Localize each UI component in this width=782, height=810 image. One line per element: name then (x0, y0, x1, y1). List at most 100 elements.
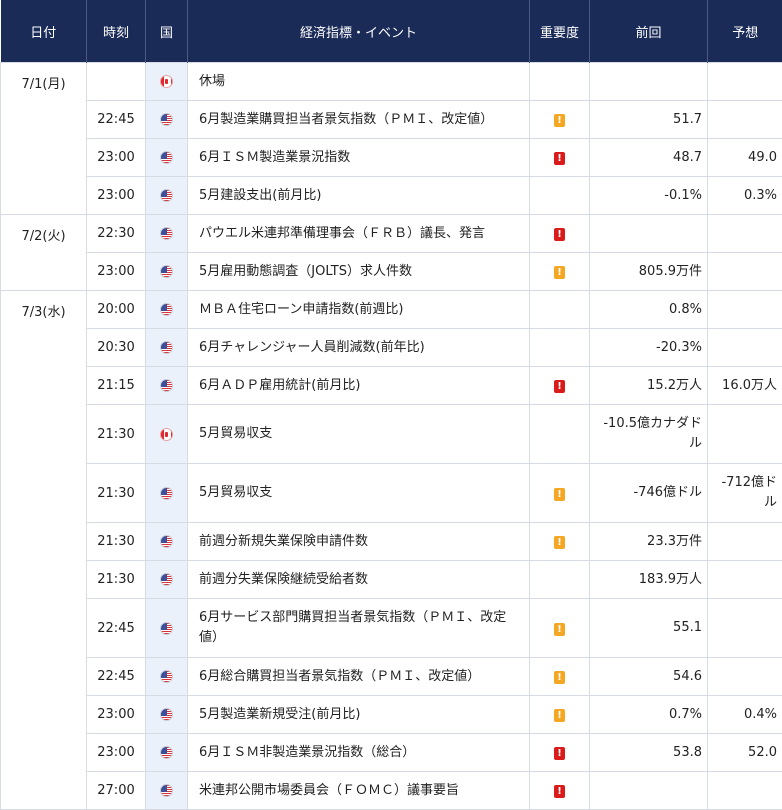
previous-value: -746億ドル (590, 464, 708, 523)
country-cell (146, 101, 188, 139)
us-flag-icon (160, 746, 173, 759)
time-cell: 23:00 (87, 734, 146, 772)
previous-value: 23.3万件 (590, 523, 708, 561)
table-row: 23:00 6月ＩＳＭ非製造業景況指数（総合）! 53.852.0 (1, 734, 782, 772)
us-flag-icon (160, 573, 173, 586)
country-cell (146, 139, 188, 177)
importance-cell: ! (530, 696, 590, 734)
forecast-value (708, 291, 782, 329)
event-name: 6月総合購買担当者景気指数（ＰＭＩ、改定値） (188, 658, 530, 696)
header-previous: 前回 (590, 0, 708, 63)
header-importance: 重要度 (530, 0, 590, 63)
country-cell (146, 599, 188, 658)
importance-cell (530, 329, 590, 367)
us-flag-icon (160, 670, 173, 683)
table-row: 23:006月ＩＳＭ製造業景況指数!48.749.0 (1, 139, 782, 177)
forecast-value (708, 658, 782, 696)
event-name: 休場 (188, 63, 530, 101)
previous-value: 0.7% (590, 696, 708, 734)
time-cell: 23:00 (87, 253, 146, 291)
importance-high-icon: ! (554, 747, 565, 760)
time-cell: 21:30 (87, 561, 146, 599)
country-cell (146, 405, 188, 464)
country-cell (146, 464, 188, 523)
importance-high-icon: ! (554, 785, 565, 798)
forecast-value: 0.4% (708, 696, 782, 734)
us-flag-icon (160, 784, 173, 797)
importance-cell (530, 177, 590, 215)
importance-cell (530, 405, 590, 464)
table-row: 21:30前週分新規失業保険申請件数!23.3万件 (1, 523, 782, 561)
previous-value: 183.9万人 (590, 561, 708, 599)
table-row: 23:005月建設支出(前月比)-0.1%0.3% (1, 177, 782, 215)
previous-value: 55.1 (590, 599, 708, 658)
event-name: 米連邦公開市場委員会（ＦＯＭＣ）議事要旨 (188, 772, 530, 810)
time-cell: 22:45 (87, 101, 146, 139)
importance-mid-icon: ! (554, 266, 565, 279)
previous-value: 15.2万人 (590, 367, 708, 405)
event-name: 6月ＩＳＭ非製造業景況指数（総合） (188, 734, 530, 772)
header-forecast: 予想 (708, 0, 782, 63)
time-cell: 22:30 (87, 215, 146, 253)
country-cell (146, 329, 188, 367)
country-cell (146, 63, 188, 101)
forecast-value (708, 561, 782, 599)
previous-value (590, 215, 708, 253)
previous-value: 54.6 (590, 658, 708, 696)
importance-cell: ! (530, 658, 590, 696)
table-row: 22:456月サービス部門購買担当者景気指数（ＰＭＩ、改定値）!55.1 (1, 599, 782, 658)
event-name: 6月サービス部門購買担当者景気指数（ＰＭＩ、改定値） (188, 599, 530, 658)
importance-mid-icon: ! (554, 709, 565, 722)
us-flag-icon (160, 189, 173, 202)
time-cell: 20:00 (87, 291, 146, 329)
previous-value (590, 772, 708, 810)
importance-mid-icon: ! (554, 671, 565, 684)
previous-value (590, 63, 708, 101)
importance-mid-icon: ! (554, 623, 565, 636)
table-header: 日付 時刻 国 経済指標・イベント 重要度 前回 予想 (1, 0, 782, 63)
forecast-value (708, 599, 782, 658)
importance-high-icon: ! (554, 228, 565, 241)
us-flag-icon (160, 113, 173, 126)
table-row: 7/3(水)20:00ＭＢＡ住宅ローン申請指数(前週比)0.8% (1, 291, 782, 329)
header-time: 時刻 (87, 0, 146, 63)
event-name: パウエル米連邦準備理事会（ＦＲＢ）議長、発言 (188, 215, 530, 253)
time-cell: 23:00 (87, 139, 146, 177)
us-flag-icon (160, 487, 173, 500)
forecast-value: 49.0 (708, 139, 782, 177)
importance-cell: ! (530, 139, 590, 177)
event-name: 5月製造業新規受注(前月比) (188, 696, 530, 734)
forecast-value: 52.0 (708, 734, 782, 772)
importance-cell: ! (530, 599, 590, 658)
us-flag-icon (160, 151, 173, 164)
table-row: 21:305月貿易収支-10.5億カナダドル (1, 405, 782, 464)
event-name: 5月貿易収支 (188, 405, 530, 464)
importance-cell: ! (530, 464, 590, 523)
us-flag-icon (160, 265, 173, 278)
time-cell: 20:30 (87, 329, 146, 367)
time-cell: 21:30 (87, 405, 146, 464)
canada-flag-icon (160, 428, 173, 441)
event-name: 6月ＩＳＭ製造業景況指数 (188, 139, 530, 177)
country-cell (146, 177, 188, 215)
event-name: 6月製造業購買担当者景気指数（ＰＭＩ、改定値） (188, 101, 530, 139)
us-flag-icon (160, 535, 173, 548)
event-name: 5月雇用動態調査（JOLTS）求人件数 (188, 253, 530, 291)
country-cell (146, 734, 188, 772)
previous-value: 53.8 (590, 734, 708, 772)
importance-mid-icon: ! (554, 488, 565, 501)
country-cell (146, 523, 188, 561)
forecast-value: -712億ドル (708, 464, 782, 523)
economic-calendar-table: 日付 時刻 国 経済指標・イベント 重要度 前回 予想 7/1(月)休場22:4… (0, 0, 782, 810)
importance-high-icon: ! (554, 152, 565, 165)
table-row: 21:156月ＡＤＰ雇用統計(前月比)!15.2万人16.0万人 (1, 367, 782, 405)
date-cell: 7/3(水) (1, 291, 87, 810)
time-cell: 27:00 (87, 772, 146, 810)
header-date: 日付 (1, 0, 87, 63)
event-name: 6月ＡＤＰ雇用統計(前月比) (188, 367, 530, 405)
table-row: 22:456月総合購買担当者景気指数（ＰＭＩ、改定値）!54.6 (1, 658, 782, 696)
header-event: 経済指標・イベント (188, 0, 530, 63)
time-cell: 21:15 (87, 367, 146, 405)
table-body: 7/1(月)休場22:456月製造業購買担当者景気指数（ＰＭＩ、改定値）!51.… (1, 63, 782, 810)
header-country: 国 (146, 0, 188, 63)
